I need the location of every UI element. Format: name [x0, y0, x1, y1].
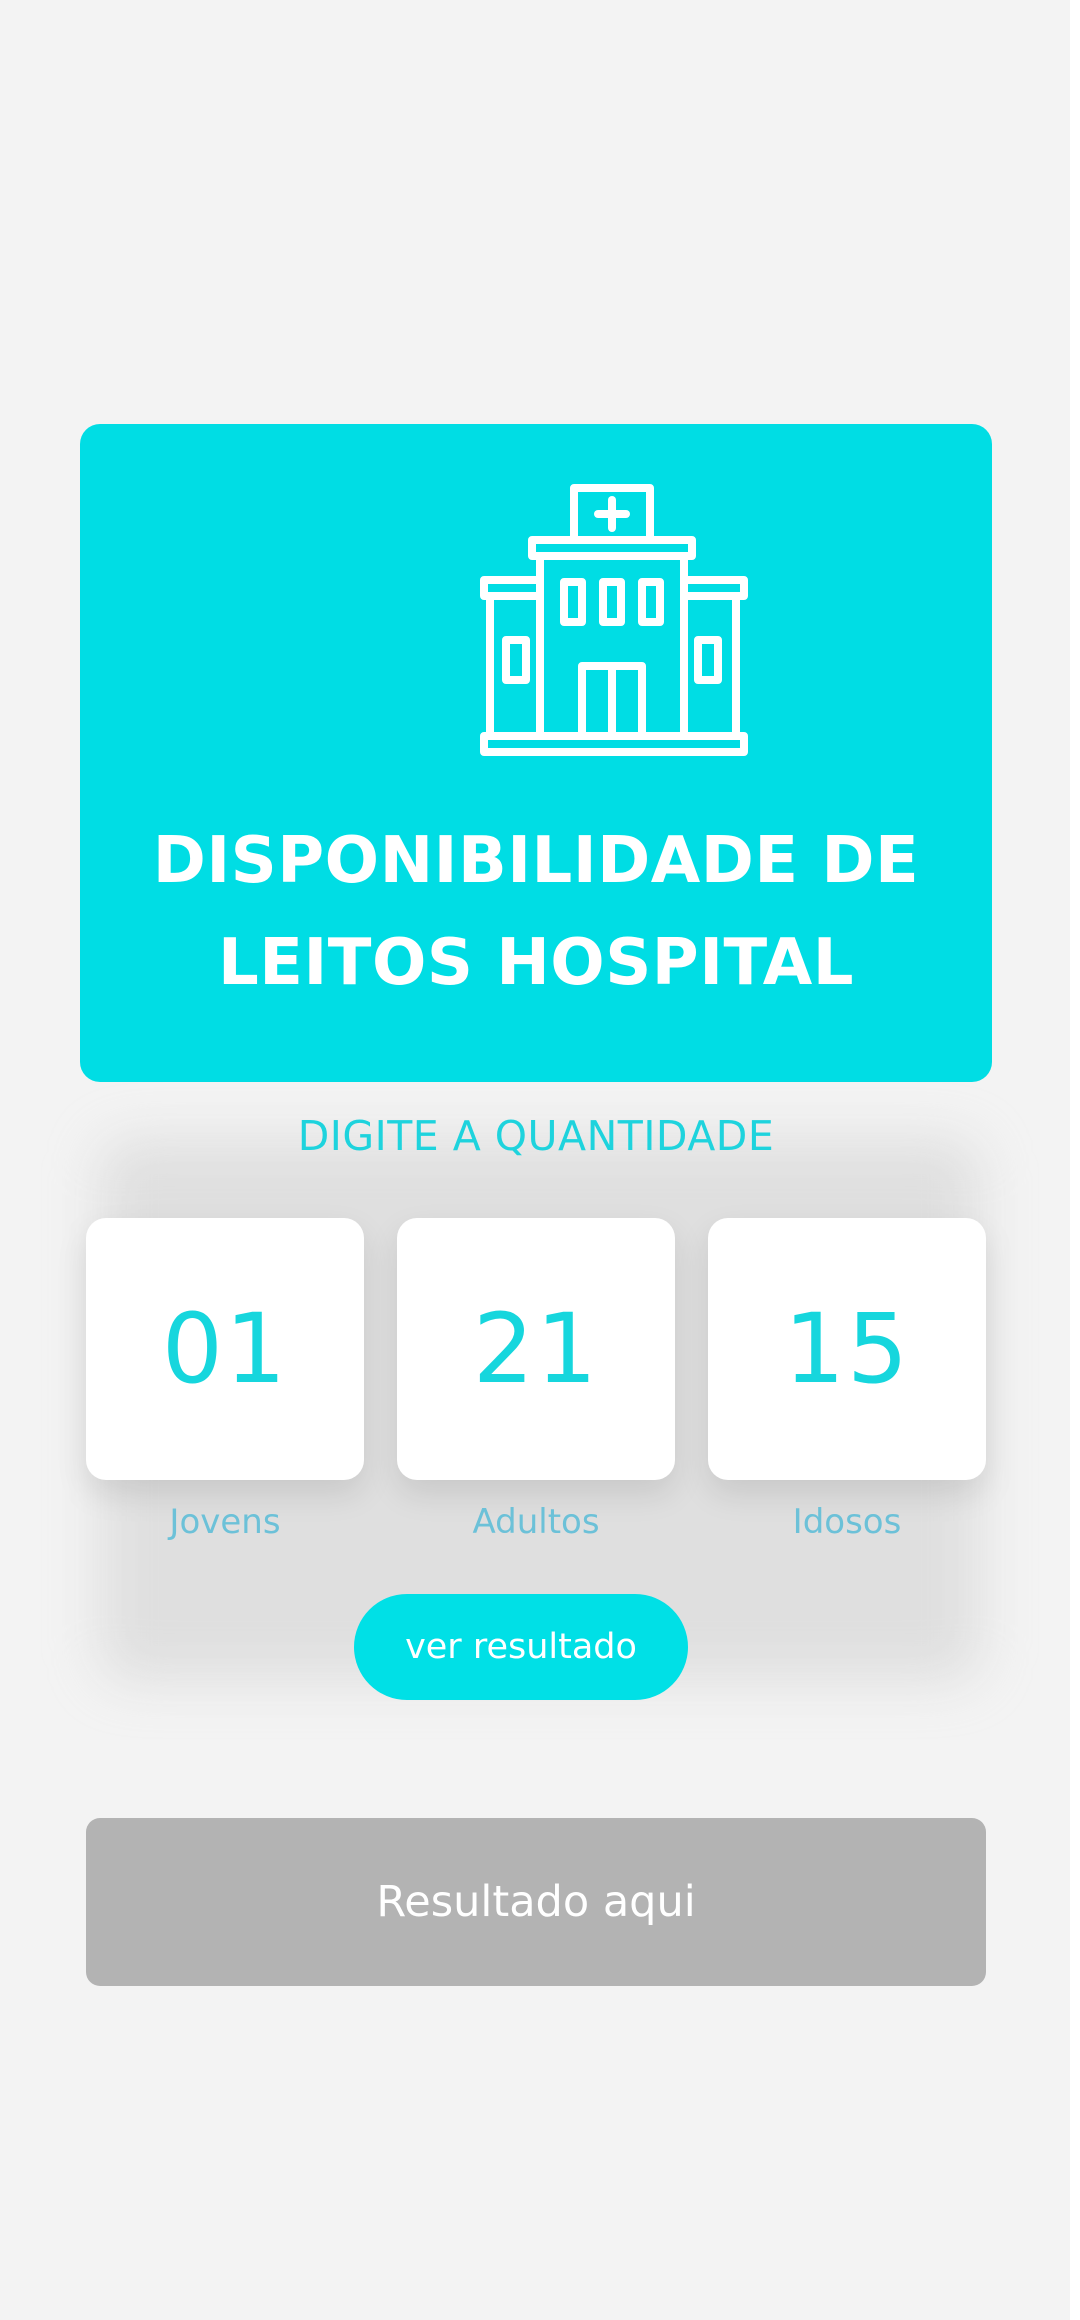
- counter-jovens[interactable]: 01: [86, 1218, 364, 1480]
- counter-idosos-value[interactable]: 15: [708, 1218, 986, 1480]
- counter-adultos[interactable]: 21: [397, 1218, 675, 1480]
- hero-card: DISPONIBILIDADE DE LEITOS HOSPITAL: [80, 424, 992, 1082]
- counter-adultos-value[interactable]: 21: [397, 1218, 675, 1480]
- counter-idosos[interactable]: 15: [708, 1218, 986, 1480]
- quantity-prompt: DIGITE A QUANTIDADE: [297, 1112, 775, 1160]
- page-title: DISPONIBILIDADE DE LEITOS HOSPITAL: [80, 810, 992, 1014]
- title-line-2: LEITOS HOSPITAL: [217, 926, 855, 1000]
- counter-adultos-label: Adultos: [472, 1502, 600, 1542]
- result-output: Resultado aqui: [86, 1818, 986, 1986]
- counter-idosos-label: Idosos: [792, 1502, 902, 1542]
- app-screen: DISPONIBILIDADE DE LEITOS HOSPITAL DIGIT…: [0, 0, 1070, 2320]
- counter-jovens-value[interactable]: 01: [86, 1218, 364, 1480]
- title-line-1: DISPONIBILIDADE DE: [152, 824, 920, 898]
- counter-jovens-label: Jovens: [169, 1502, 281, 1542]
- show-result-button[interactable]: ver resultado: [354, 1594, 688, 1700]
- hospital-building-icon: [480, 484, 748, 756]
